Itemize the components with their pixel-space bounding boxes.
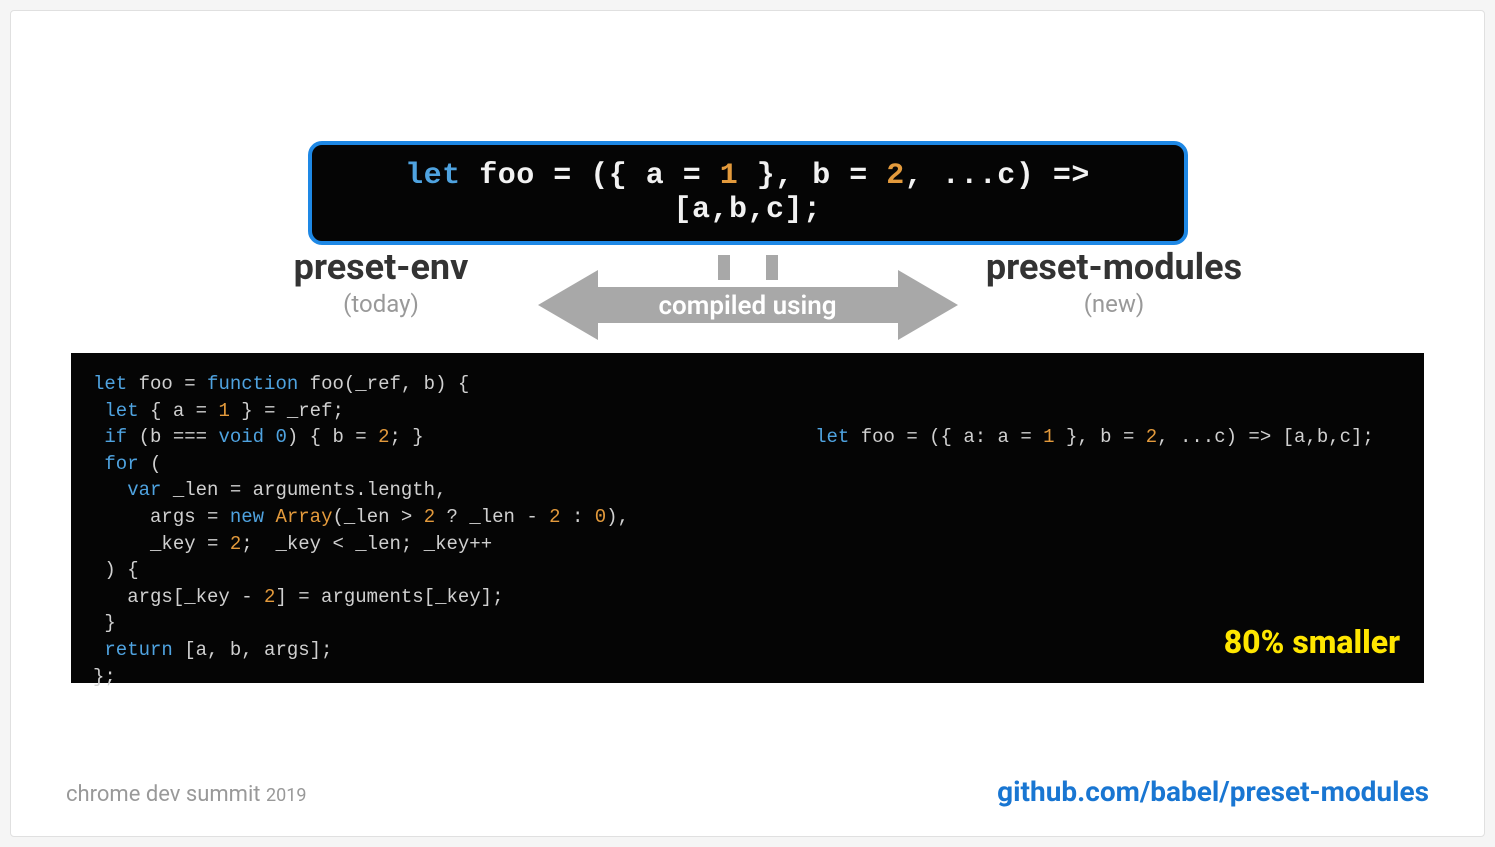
footer-event: chrome dev summit 2019: [66, 782, 306, 807]
event-year: 2019: [266, 785, 306, 806]
size-badge: 80% smaller: [1224, 620, 1400, 665]
right-code-panel: 80% smaller let foo = ({ a: a = 1 }, b =…: [748, 353, 1425, 683]
slide: let foo = ({ a = 1 }, b = 2, ...c) => [a…: [10, 10, 1485, 837]
arrow-row: compiled using: [61, 255, 1434, 345]
footer: chrome dev summit 2019 github.com/babel/…: [66, 775, 1429, 808]
source-code-block: let foo = ({ a = 1 }, b = 2, ...c) => [a…: [308, 141, 1188, 245]
code-panels: let foo = function foo(_ref, b) { let { …: [61, 353, 1434, 683]
footer-link[interactable]: github.com/babel/preset-modules: [997, 775, 1429, 808]
left-code-panel: let foo = function foo(_ref, b) { let { …: [71, 353, 748, 683]
event-name: chrome dev summit: [66, 782, 261, 807]
arrow-label: compiled using: [658, 291, 836, 321]
